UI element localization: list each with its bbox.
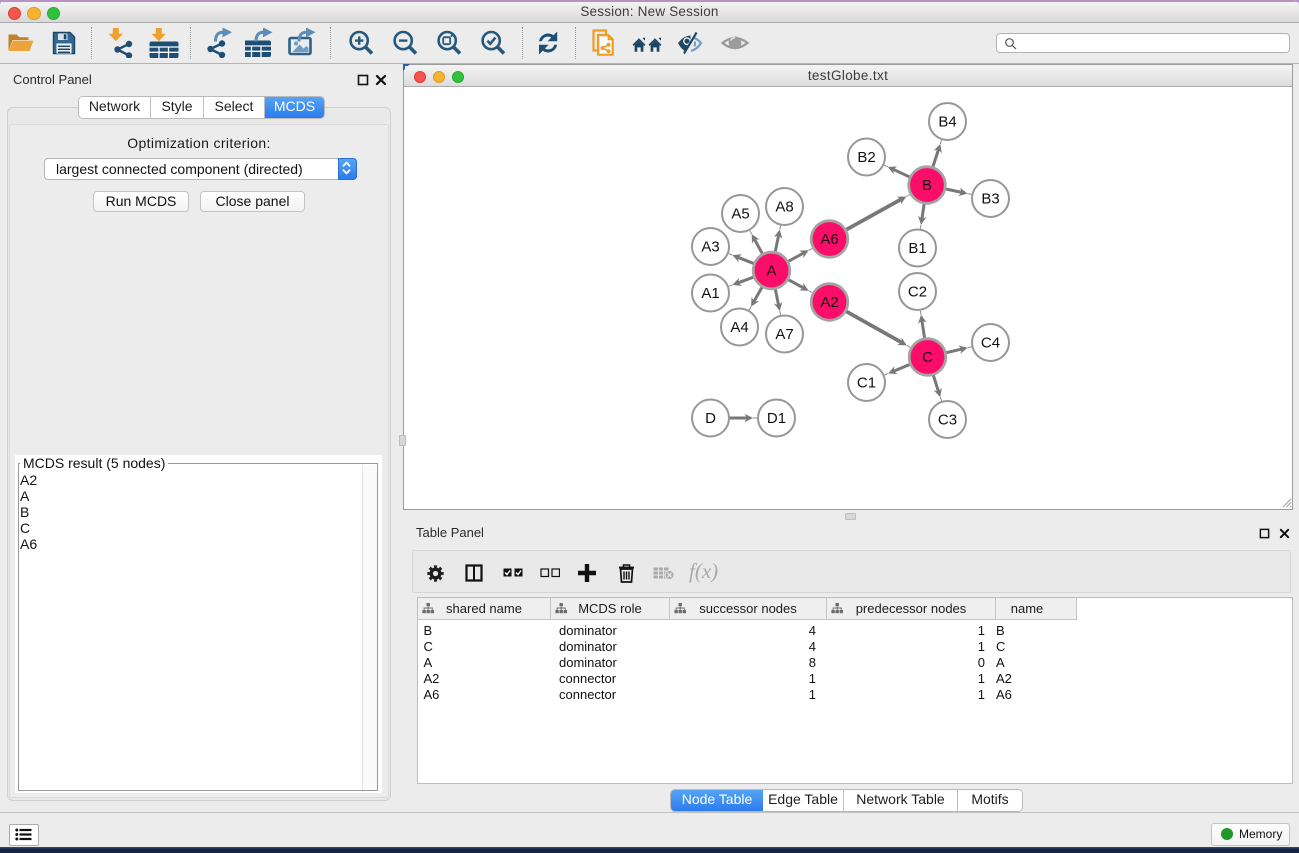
svg-text:A8: A8 xyxy=(775,199,793,216)
svg-text:D1: D1 xyxy=(767,410,786,427)
svg-text:C3: C3 xyxy=(938,412,957,429)
svg-text:A1: A1 xyxy=(701,285,719,302)
svg-text:B4: B4 xyxy=(938,114,956,131)
svg-text:A4: A4 xyxy=(730,319,748,336)
svg-text:C: C xyxy=(922,349,933,366)
svg-text:C1: C1 xyxy=(857,375,876,392)
svg-text:B1: B1 xyxy=(908,240,926,257)
svg-text:A2: A2 xyxy=(820,294,838,311)
svg-text:A5: A5 xyxy=(731,206,749,223)
svg-text:A6: A6 xyxy=(820,231,838,248)
svg-text:B2: B2 xyxy=(857,149,875,166)
svg-text:D: D xyxy=(705,410,716,427)
svg-text:B: B xyxy=(922,177,932,194)
svg-text:A3: A3 xyxy=(701,239,719,256)
svg-text:C2: C2 xyxy=(908,284,927,301)
svg-text:A: A xyxy=(766,263,776,280)
svg-text:B3: B3 xyxy=(981,191,999,208)
svg-text:C4: C4 xyxy=(981,335,1000,352)
svg-text:A7: A7 xyxy=(775,326,793,343)
